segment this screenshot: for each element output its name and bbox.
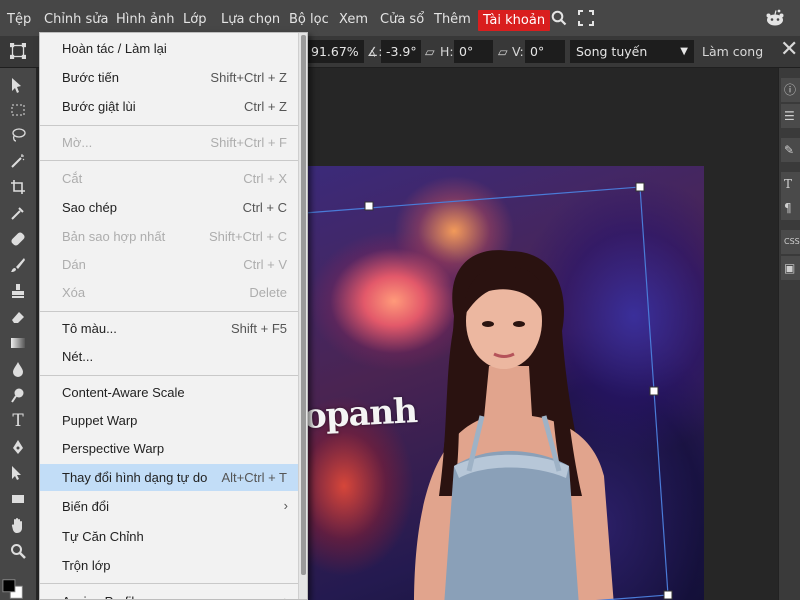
brush-tool-icon[interactable] xyxy=(6,254,30,276)
css-button[interactable]: CSS xyxy=(781,230,800,254)
stamp-tool-icon[interactable] xyxy=(6,280,30,302)
menu-item-clear: Xóa Delete xyxy=(62,285,287,300)
chevron-right-icon: › xyxy=(283,498,288,513)
eraser-tool-icon[interactable] xyxy=(6,306,30,328)
menu-item-free-transform[interactable]: Thay đổi hình dạng tự do Alt+Ctrl + T xyxy=(40,464,300,491)
skew-h-label: H: xyxy=(440,44,454,59)
marquee-tool-icon[interactable] xyxy=(6,99,30,121)
healing-tool-icon[interactable] xyxy=(6,228,30,250)
chevron-down-icon: ▼ xyxy=(680,46,688,57)
menu-item-stroke[interactable]: Nét... xyxy=(40,343,300,370)
menu-scrollbar[interactable] xyxy=(298,33,307,599)
menu-scrollbar-thumb[interactable] xyxy=(301,35,306,575)
menu-item-puppet-warp[interactable]: Puppet Warp xyxy=(40,407,300,434)
skew-v-field[interactable]: 0° xyxy=(525,40,565,63)
path-select-tool-icon[interactable] xyxy=(6,462,30,484)
menu-item-blend-layers[interactable]: Trộn lớp xyxy=(40,552,300,579)
angle-field[interactable]: -3.9° xyxy=(381,40,421,63)
skew-h-field[interactable]: 0° xyxy=(454,40,493,63)
text-icon[interactable]: T xyxy=(781,172,800,196)
gradient-tool-icon[interactable] xyxy=(6,332,30,354)
menu-more[interactable]: Thêm xyxy=(434,0,471,36)
interpolation-select[interactable]: Song tuyến ▼ xyxy=(570,40,694,63)
menu-item-transform[interactable]: Biến đổi › xyxy=(40,493,300,520)
interpolation-value: Song tuyến xyxy=(576,44,648,59)
paragraph-icon[interactable]: ¶ xyxy=(781,196,800,220)
canvas-text-layer[interactable]: opanh xyxy=(304,391,418,437)
menu-item-perspective-warp[interactable]: Perspective Warp xyxy=(40,435,300,462)
move-tool-icon[interactable] xyxy=(6,74,30,96)
close-icon[interactable]: ✕ xyxy=(780,38,798,61)
menu-separator xyxy=(40,583,300,584)
transform-icon xyxy=(6,40,30,62)
shape-tool-icon[interactable] xyxy=(6,488,30,510)
menu-filter[interactable]: Bộ lọc xyxy=(289,0,329,36)
menu-window[interactable]: Cửa sổ xyxy=(380,0,424,36)
edit-menu: Hoàn tác / Làm lại Bước tiến Shift+Ctrl +… xyxy=(39,32,308,600)
zoom-tool-icon[interactable] xyxy=(6,540,30,562)
lasso-tool-icon[interactable] xyxy=(6,124,30,146)
menu-view[interactable]: Xem xyxy=(339,0,368,36)
menu-select[interactable]: Lựa chọn xyxy=(221,0,280,36)
menu-item-step-backward[interactable]: Bước giật lùi Ctrl + Z xyxy=(40,93,300,120)
skew-v-label: V: xyxy=(512,44,524,59)
chevron-right-icon: › xyxy=(284,588,288,599)
tools-panel: T xyxy=(0,68,36,600)
menu-item-assign-profile[interactable]: Assign Profile...› xyxy=(40,588,300,599)
menu-file[interactable]: Tệp xyxy=(7,0,31,36)
skew-v-icon: ▱ xyxy=(498,44,508,59)
blur-tool-icon[interactable] xyxy=(6,358,30,380)
menu-item-history[interactable]: Hoàn tác / Làm lại xyxy=(40,35,300,62)
color-swatch-icon[interactable] xyxy=(2,578,26,600)
zoom-field[interactable]: 91.67% xyxy=(306,40,364,63)
menu-item-copy-merged: Bản sao hợp nhất Shift+Ctrl + C xyxy=(62,229,287,244)
hand-tool-icon[interactable] xyxy=(6,514,30,536)
warp-button[interactable]: Làm cong xyxy=(702,40,763,63)
portrait-illustration xyxy=(414,250,614,600)
brush-settings-icon[interactable]: ✎ xyxy=(781,138,800,162)
menu-item-fade: Mờ... Shift+Ctrl + F xyxy=(62,135,287,150)
image-icon[interactable]: ▣ xyxy=(781,256,800,280)
menu-separator xyxy=(40,160,300,161)
pen-tool-icon[interactable] xyxy=(6,436,30,458)
menu-item-copy[interactable]: Sao chép Ctrl + C xyxy=(40,194,300,221)
menu-account[interactable]: Tài khoản xyxy=(478,10,551,31)
menu-item-cut: Cắt Ctrl + X xyxy=(62,171,287,186)
menu-item-auto-align[interactable]: Tự Căn Chỉnh xyxy=(40,523,300,550)
right-panel: ⓘ ☰ ✎ T ¶ CSS ▣ xyxy=(778,68,800,600)
info-icon[interactable]: ⓘ xyxy=(781,78,800,102)
skew-h-icon: ▱ xyxy=(425,44,435,59)
menu-separator xyxy=(40,125,300,126)
menubar: Tệp Chỉnh sửa Hình ảnh Lớp Lựa chọn Bộ l… xyxy=(0,0,800,36)
menu-item-fill[interactable]: Tô màu... Shift + F5 xyxy=(40,315,300,342)
menu-item-step-forward[interactable]: Bước tiến Shift+Ctrl + Z xyxy=(40,64,300,91)
menu-item-content-aware-scale[interactable]: Content-Aware Scale xyxy=(40,379,300,406)
dodge-tool-icon[interactable] xyxy=(6,384,30,406)
list-icon[interactable]: ☰ xyxy=(781,104,800,128)
crop-tool-icon[interactable] xyxy=(6,176,30,198)
menu-separator xyxy=(40,311,300,312)
menu-edit[interactable]: Chỉnh sửa xyxy=(44,0,109,36)
reddit-icon[interactable] xyxy=(765,9,785,31)
canvas-photo[interactable]: opanh xyxy=(304,166,704,600)
magic-wand-tool-icon[interactable] xyxy=(6,150,30,172)
fullscreen-icon[interactable] xyxy=(578,10,594,30)
menu-separator xyxy=(40,375,300,376)
search-icon[interactable] xyxy=(551,10,567,30)
type-tool-icon[interactable]: T xyxy=(6,410,30,432)
menu-item-paste: Dán Ctrl + V xyxy=(62,257,287,272)
menu-layer[interactable]: Lớp xyxy=(183,0,206,36)
eyedropper-tool-icon[interactable] xyxy=(6,202,30,224)
menu-image[interactable]: Hình ảnh xyxy=(116,0,174,36)
